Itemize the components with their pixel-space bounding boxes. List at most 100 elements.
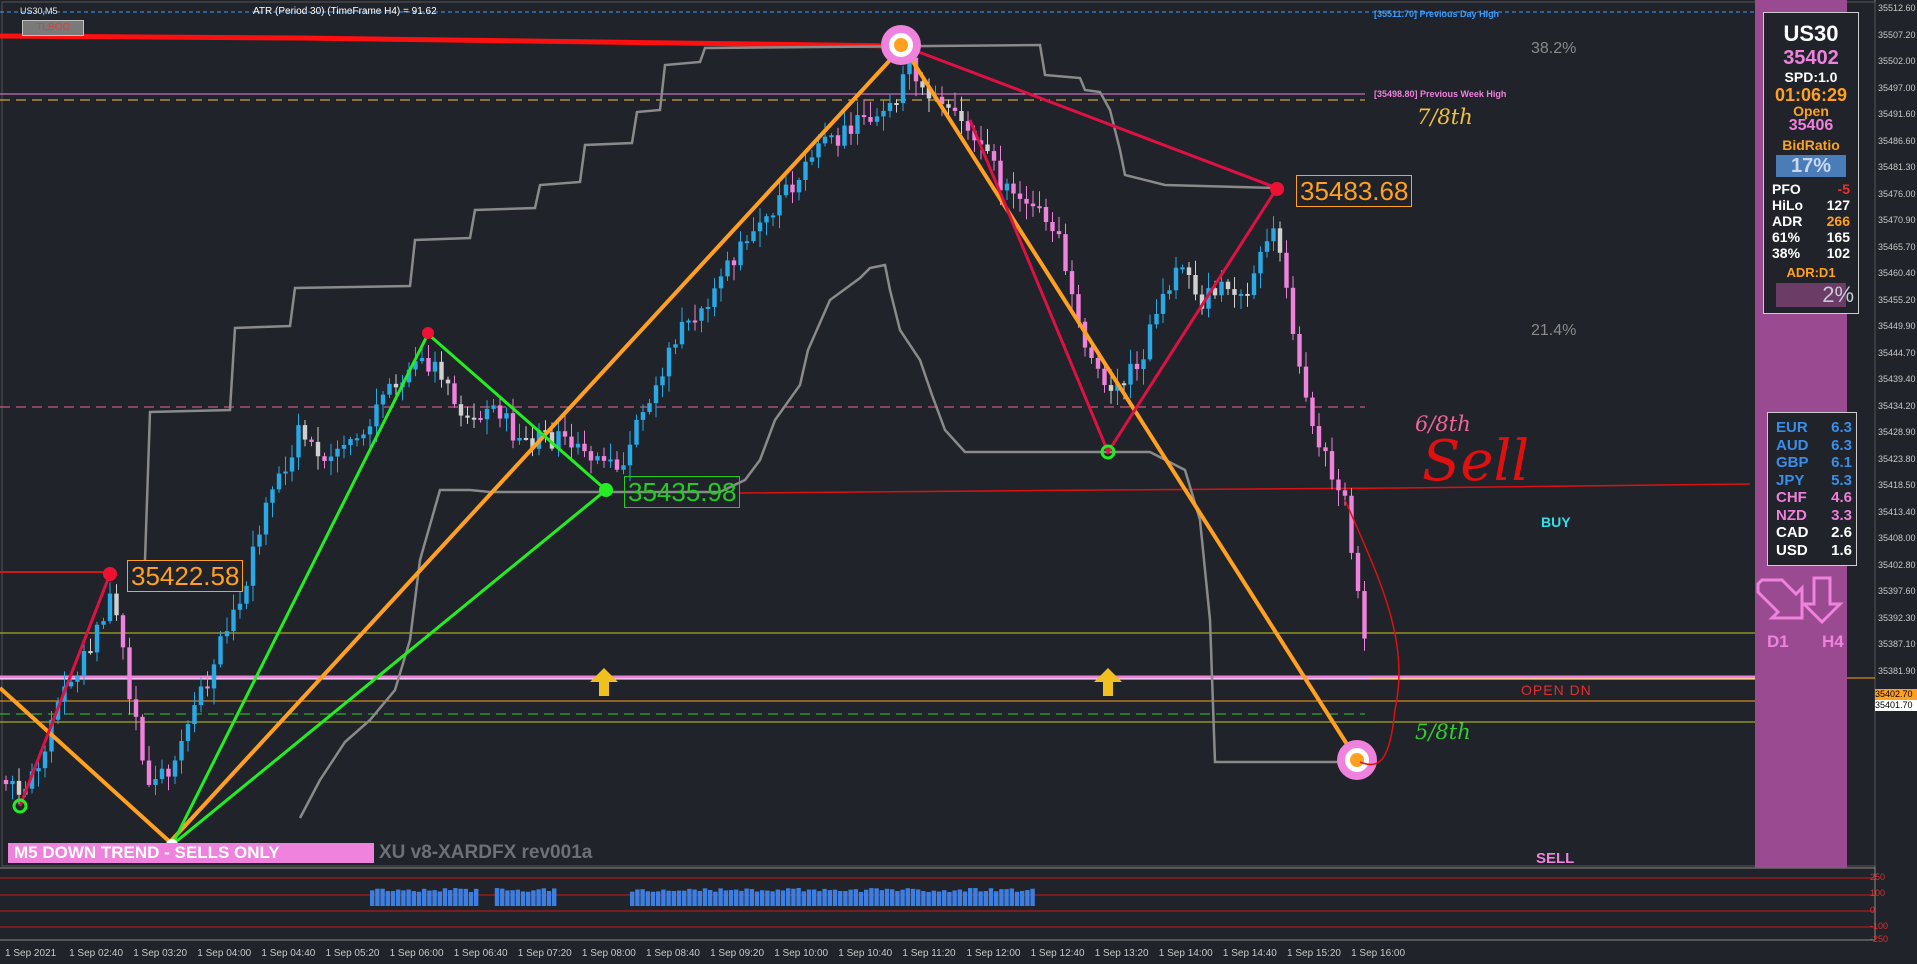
candle-body [959, 110, 964, 122]
fib-21-label: 21.4% [1531, 322, 1577, 339]
osc-bar [697, 890, 702, 906]
osc-bar [505, 890, 510, 906]
currency-code: GBP [1776, 454, 1809, 471]
candle-body [159, 768, 165, 779]
candle-body [1277, 228, 1283, 253]
candle-body [803, 161, 808, 180]
candle-body [471, 417, 477, 420]
stat-label: HiLo [1772, 197, 1804, 213]
candle-body [900, 74, 906, 104]
osc-bar [671, 890, 676, 906]
osc-bar [682, 890, 687, 906]
candle-body [894, 103, 899, 106]
candle-body [1050, 222, 1055, 232]
time-tick-label: 1 Sep 09:20 [710, 948, 765, 959]
osc-bar [1014, 891, 1020, 906]
open-dn-label: OPEN DN [1521, 682, 1592, 698]
candle-body [484, 408, 490, 420]
price-tick-label: 35455.20 [1878, 294, 1916, 305]
osc-bar [780, 890, 786, 906]
candle-body [237, 603, 243, 610]
osc-bar [947, 891, 952, 906]
time-tick-label: 1 Sep 04:00 [197, 948, 252, 959]
osc-bar [370, 890, 375, 906]
chart-background [0, 0, 1917, 964]
price-box-35483: 35483.68 [1296, 175, 1413, 207]
osc-tick-label: -100 [1870, 921, 1889, 931]
osc-bar [1004, 889, 1009, 906]
osc-bar [635, 889, 640, 906]
info-symbol: US30 [1783, 21, 1839, 46]
candle-body [250, 546, 256, 586]
candle-body [1258, 251, 1263, 274]
buy-label: BUY [1541, 514, 1571, 530]
candle-body [380, 394, 386, 405]
candle-body [452, 383, 457, 405]
currency-row: AUD 6.3 [1776, 437, 1852, 454]
candle-body [1011, 183, 1016, 194]
osc-bar [458, 888, 463, 906]
osc-bar [786, 888, 791, 906]
osc-bar [988, 888, 994, 906]
candle-body [166, 768, 171, 777]
info-adr-tf: ADR:D1 [1786, 265, 1836, 280]
currency-row: CAD 2.6 [1776, 524, 1852, 541]
candle-body [491, 405, 496, 409]
candle-body [107, 593, 113, 622]
candle-body [666, 347, 672, 377]
currency-row: JPY 5.3 [1776, 472, 1852, 489]
stat-label: ADR [1772, 213, 1803, 229]
price-tick-label: 35413.40 [1878, 506, 1916, 517]
candle-body [458, 404, 464, 416]
price-tick-label: 35512.60 [1878, 3, 1916, 13]
osc-bar [656, 891, 661, 906]
candle-body [829, 135, 834, 138]
candle-body [660, 376, 665, 386]
price-tick-label: 35497.00 [1878, 82, 1916, 93]
time-tick-label: 1 Sep 12:00 [966, 948, 1021, 959]
osc-bar [791, 888, 796, 906]
osc-bar [921, 891, 926, 906]
candle-body [1225, 281, 1231, 290]
osc-bar [468, 891, 474, 906]
candle-body [1232, 289, 1237, 295]
tlboc-button[interactable]: TLBOC [22, 20, 84, 36]
osc-tick-label: 100 [1870, 888, 1886, 898]
osc-bar [734, 889, 739, 906]
candle-body [946, 104, 951, 108]
candle-body [991, 151, 997, 161]
candle-body [172, 760, 178, 777]
price-tick-label: 35408.00 [1878, 533, 1916, 543]
candle-body [257, 534, 262, 547]
candle-body [296, 425, 301, 458]
candle-body [1030, 203, 1036, 207]
candle-body [1336, 479, 1341, 491]
candle-body [120, 615, 126, 648]
candle-body [634, 419, 639, 445]
time-tick-label: 1 Sep 14:40 [1222, 948, 1277, 959]
candle-body [283, 471, 288, 474]
candle-body [361, 434, 366, 439]
candle-body [887, 103, 893, 111]
osc-bar [401, 890, 406, 906]
candle-body [1238, 293, 1244, 296]
osc-bar [817, 891, 822, 906]
stat-value: 165 [1826, 229, 1850, 245]
candle-body [354, 438, 360, 441]
candle-body [718, 276, 724, 289]
candle-body [419, 358, 425, 362]
osc-bar [858, 891, 864, 906]
osc-bar [650, 891, 656, 906]
currency-code: JPY [1776, 471, 1805, 489]
price-tick-label: 35465.70 [1878, 241, 1916, 252]
candle-body [1089, 347, 1094, 358]
price-tick-label: 35387.10 [1878, 639, 1916, 649]
candle-body [725, 260, 730, 277]
candle-body [575, 443, 581, 448]
candle-body [627, 444, 633, 466]
candle-body [3, 780, 9, 785]
time-tick-label: 1 Sep 10:40 [838, 948, 893, 959]
d1-label: D1 [1767, 632, 1789, 651]
time-tick-label: 1 Sep 04:40 [261, 948, 316, 959]
price-chart[interactable] [0, 0, 1917, 964]
